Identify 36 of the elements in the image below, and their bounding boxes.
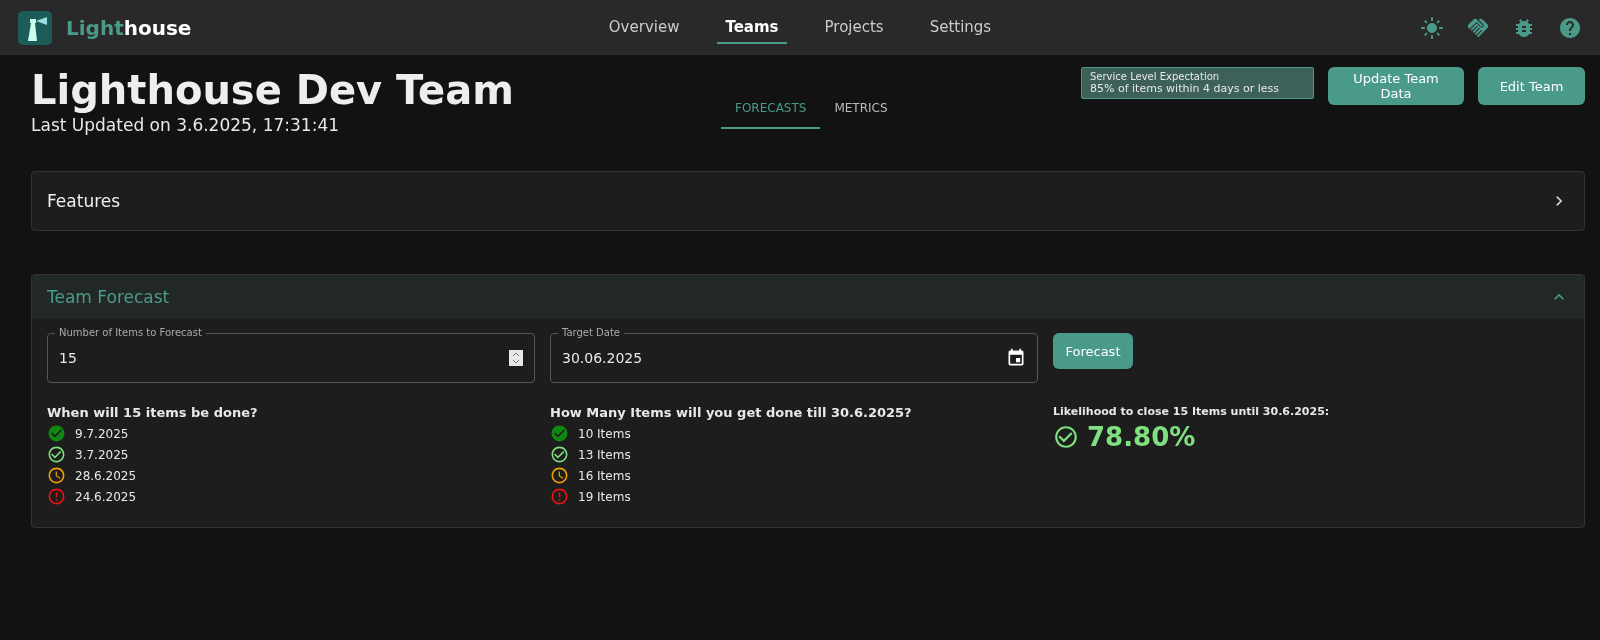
panel-title: Team Forecast: [47, 287, 170, 307]
nav-link[interactable]: Settings: [921, 11, 1000, 44]
calendar-icon[interactable]: [1006, 348, 1026, 368]
badge-value: 85% of items within 4 days or less: [1090, 82, 1280, 95]
brand-name: Lighthouse: [66, 15, 192, 40]
spinner-icon[interactable]: [509, 350, 523, 366]
accordion-header[interactable]: Team Forecast: [32, 275, 1584, 319]
badge-label: Service Level Expectation: [1090, 71, 1221, 82]
field-value: 30.06.2025: [562, 350, 644, 366]
nav-link[interactable]: Projects: [816, 11, 892, 44]
field-value: 15: [59, 350, 78, 366]
field-label: Number of Items to Forecast: [55, 327, 206, 339]
result-text: 13 Items: [578, 447, 631, 462]
likelihood-heading: Likelihood to close 15 Items until 30.6.2025:: [1053, 405, 1331, 418]
panel-title: Features: [47, 191, 121, 211]
result-heading: How Many Items will you get done till 30.6.2025?: [550, 405, 913, 420]
result-text: 16 Items: [578, 468, 631, 483]
nav-link[interactable]: Teams: [717, 11, 787, 44]
likelihood-value: 78.80%: [1087, 422, 1196, 452]
help-icon[interactable]: [1558, 15, 1582, 40]
result-text: 24.6.2025: [75, 489, 137, 504]
nav-link[interactable]: Overview: [600, 11, 688, 44]
field-label: Target Date: [558, 327, 625, 339]
result-heading: When will 15 items be done?: [47, 405, 259, 420]
last-updated-text: Last Updated on 3.6.2025, 17:31:41: [31, 115, 341, 135]
lighthouse-logo: [18, 10, 52, 45]
tab[interactable]: FORECASTS: [721, 93, 821, 129]
result-text: 3.7.2025: [75, 447, 129, 462]
page-title: Lighthouse Dev Team: [31, 67, 515, 113]
sun-icon[interactable]: [1420, 15, 1444, 40]
result-text: 28.6.2025: [75, 468, 137, 483]
result-text: 10 Items: [578, 426, 631, 441]
accordion-header[interactable]: Features: [32, 172, 1584, 230]
tab[interactable]: METRICS: [820, 93, 902, 129]
result-text: 9.7.2025: [75, 426, 129, 441]
result-text: 19 Items: [578, 489, 631, 504]
